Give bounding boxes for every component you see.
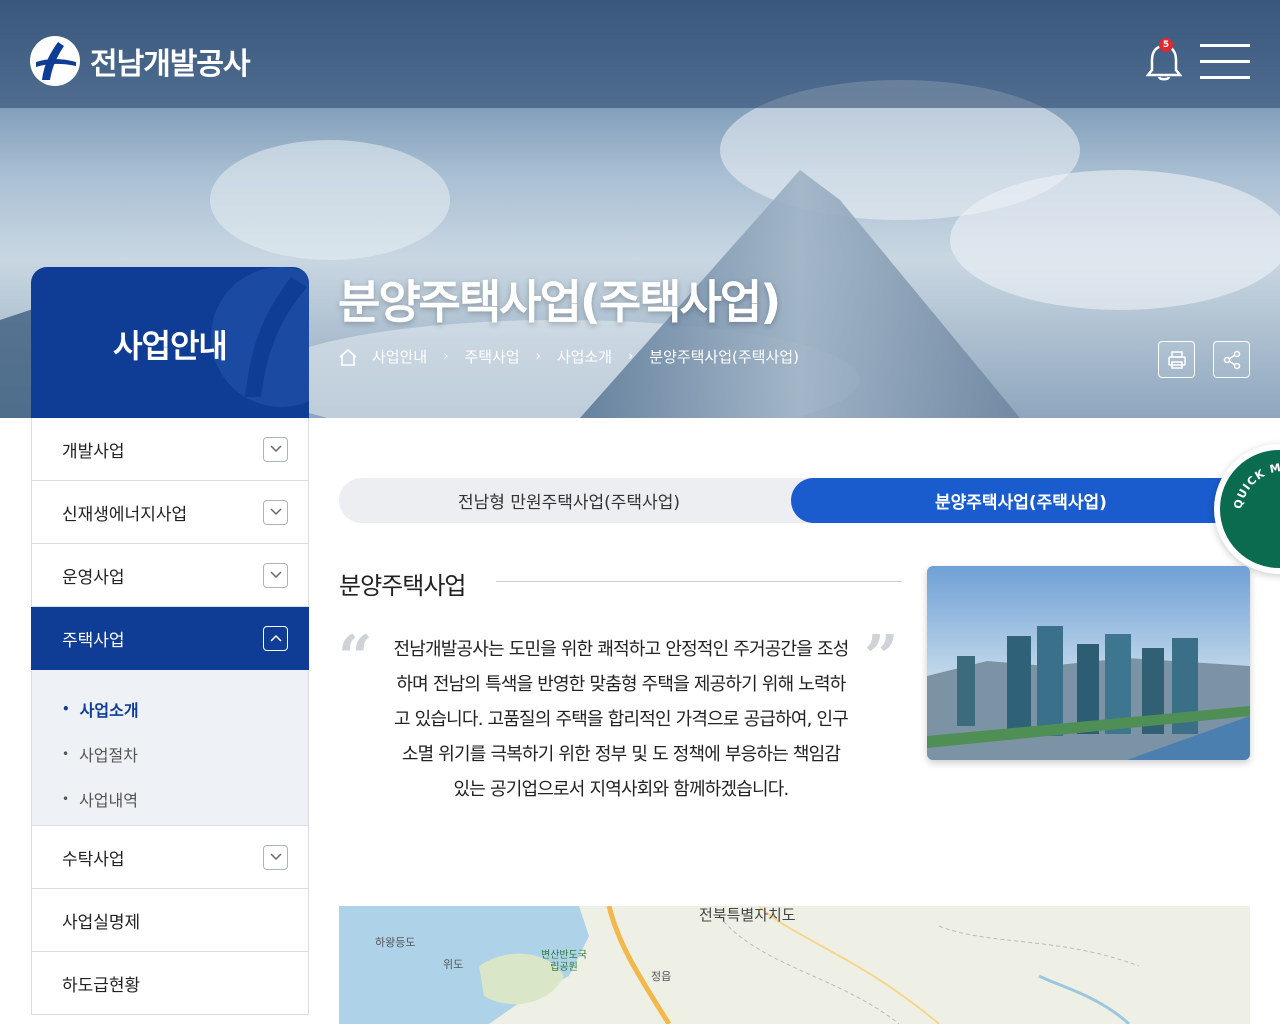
hamburger-menu-icon[interactable]	[1200, 44, 1250, 80]
content-tabs: 전남형 만원주택사업(주택사업) 분양주택사업(주택사업)	[339, 478, 1251, 523]
logo-text: 전남개발공사	[90, 47, 251, 82]
section-heading: 분양주택사업	[339, 572, 466, 600]
sidebar-item-label: 운영사업	[62, 567, 125, 588]
quick-menu-button[interactable]: QUICK MENU SERVICE	[1214, 444, 1280, 574]
chevron-right-icon: ›	[443, 349, 449, 364]
chevron-up-icon[interactable]	[263, 625, 288, 651]
sidebar-item-label: 사업실명제	[62, 912, 141, 933]
section-title-box: 사업안내	[31, 267, 309, 418]
location-map[interactable]: 전북특별자치도 하왕등도 위도 변산반도국립공원 정읍	[339, 906, 1250, 1024]
sidebar-submenu: 사업소개 사업절차 사업내역	[31, 670, 309, 826]
close-quote-icon: ”	[864, 623, 899, 693]
sidebar-item-development[interactable]: 개발사업	[31, 418, 309, 481]
chevron-right-icon: ›	[628, 349, 634, 364]
breadcrumb-item[interactable]: 주택사업	[464, 346, 519, 367]
sidebar-item-label: 수탁사업	[62, 849, 125, 870]
share-icon	[1223, 350, 1240, 369]
print-icon	[1167, 350, 1186, 369]
print-button[interactable]	[1158, 341, 1195, 378]
notification-badge: 5	[1159, 38, 1173, 52]
map-label: 정읍	[651, 970, 672, 983]
sidebar-item-subcontract-status[interactable]: 하도급현황	[31, 952, 309, 1015]
submenu-item-overview[interactable]: 사업소개	[62, 686, 308, 731]
sidebar-item-consignment[interactable]: 수탁사업	[31, 826, 309, 889]
tab-rental-housing[interactable]: 전남형 만원주택사업(주택사업)	[339, 478, 799, 523]
submenu-item-procedure[interactable]: 사업절차	[62, 731, 308, 776]
intro-text: 전남개발공사는 도민을 위한 쾌적하고 안정적인 주거공간을 조성하며 전남의 …	[393, 639, 849, 800]
sidebar-item-operation[interactable]: 운영사업	[31, 544, 309, 607]
map-label: 하왕등도	[375, 936, 416, 949]
submenu-item-history[interactable]: 사업내역	[62, 776, 308, 821]
breadcrumb: 사업안내 › 주택사업 › 사업소개 › 분양주택사업(주택사업)	[338, 346, 799, 367]
breadcrumb-item[interactable]: 사업안내	[372, 346, 427, 367]
sidebar-item-project-naming[interactable]: 사업실명제	[31, 889, 309, 952]
sidebar-item-renewable-energy[interactable]: 신재생에너지사업	[31, 481, 309, 544]
tab-sale-housing[interactable]: 분양주택사업(주택사업)	[791, 478, 1251, 523]
quick-menu-label: QUICK MENU SERVICE	[1231, 461, 1280, 539]
chevron-down-icon[interactable]	[263, 562, 288, 588]
share-button[interactable]	[1213, 341, 1250, 378]
breadcrumb-item[interactable]: 분양주택사업(주택사업)	[649, 346, 799, 367]
housing-complex-photo	[927, 566, 1250, 760]
home-icon[interactable]	[338, 348, 358, 366]
sidebar-nav: 개발사업 신재생에너지사업 운영사업 주택사업 사업소개 사업절차 사업내역 수…	[31, 418, 309, 1015]
section-title: 사업안내	[113, 327, 228, 365]
logo-mark-icon	[30, 36, 80, 86]
map-label: 변산반도국립공원	[541, 950, 587, 973]
page-title: 분양주택사업(주택사업)	[338, 275, 781, 329]
svg-text:QUICK MENU SERVICE: QUICK MENU SERVICE	[1231, 461, 1280, 539]
sidebar-item-label: 개발사업	[62, 441, 125, 462]
map-label: 전북특별자치도	[699, 906, 796, 924]
chevron-right-icon: ›	[535, 349, 541, 364]
heading-divider	[496, 581, 902, 582]
breadcrumb-item[interactable]: 사업소개	[557, 346, 612, 367]
sidebar-item-label: 신재생에너지사업	[62, 504, 188, 525]
sidebar-item-housing[interactable]: 주택사업	[31, 607, 309, 670]
chevron-down-icon[interactable]	[263, 436, 288, 462]
sidebar-item-label: 하도급현황	[62, 975, 141, 996]
chevron-down-icon[interactable]	[263, 844, 288, 870]
chevron-down-icon[interactable]	[263, 499, 288, 525]
open-quote-icon: “	[338, 623, 373, 693]
map-label: 위도	[443, 958, 464, 971]
site-logo[interactable]: 전남개발공사	[30, 36, 251, 86]
sidebar-item-label: 주택사업	[62, 630, 125, 651]
